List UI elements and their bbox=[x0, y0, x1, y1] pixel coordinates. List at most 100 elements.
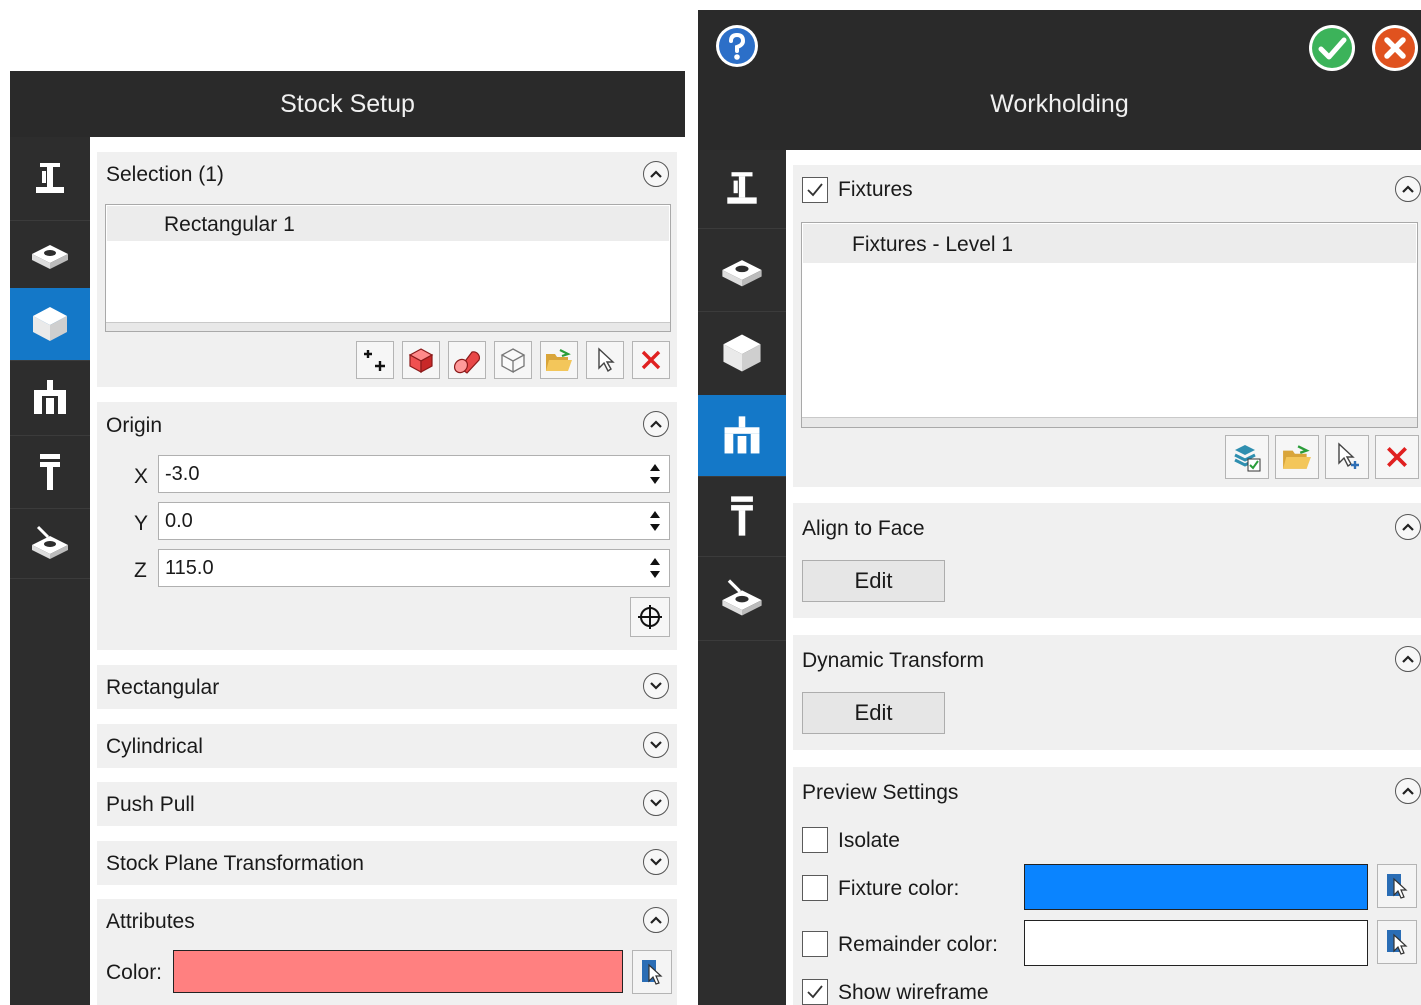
pick-origin-button[interactable] bbox=[630, 597, 670, 637]
rail-part-button[interactable] bbox=[698, 228, 786, 312]
open-folder-button[interactable] bbox=[540, 341, 578, 379]
rail-stock-button[interactable] bbox=[10, 288, 90, 361]
stock-color-swatch[interactable] bbox=[173, 950, 623, 993]
spinner-arrows-icon[interactable] bbox=[649, 461, 661, 487]
preview-settings-header: Preview Settings bbox=[802, 781, 959, 804]
pick-selection-button[interactable] bbox=[586, 341, 624, 379]
cylindrical-header: Cylindrical bbox=[106, 735, 203, 758]
help-icon bbox=[716, 25, 758, 67]
ok-button[interactable] bbox=[1307, 23, 1357, 73]
collapse-preview-settings-button[interactable] bbox=[1395, 778, 1421, 804]
list-item[interactable]: Rectangular 1 bbox=[107, 206, 669, 241]
align-to-face-header: Align to Face bbox=[802, 517, 925, 540]
origin-y-input[interactable]: 0.0 bbox=[158, 502, 670, 540]
origin-z-value: 115.0 bbox=[165, 557, 214, 579]
rectangular-section[interactable]: Rectangular bbox=[97, 665, 677, 709]
chevron-down-icon bbox=[650, 799, 662, 807]
collapse-dynamic-transform-button[interactable] bbox=[1395, 646, 1421, 672]
origin-x-input[interactable]: -3.0 bbox=[158, 455, 670, 493]
cylinder-stock-button[interactable] bbox=[448, 341, 486, 379]
fixture-color-swatch[interactable] bbox=[1024, 864, 1368, 910]
panel-title: Stock Setup bbox=[280, 89, 415, 118]
stock-cube-icon bbox=[33, 307, 67, 341]
origin-z-input[interactable]: 115.0 bbox=[158, 549, 670, 587]
collapse-origin-button[interactable] bbox=[643, 411, 669, 437]
spinner-arrows-icon[interactable] bbox=[649, 508, 661, 534]
color-label: Color: bbox=[106, 961, 163, 984]
attributes-header: Attributes bbox=[106, 910, 195, 933]
push-pull-section[interactable]: Push Pull bbox=[97, 782, 677, 826]
expand-cylindrical-button[interactable] bbox=[643, 732, 669, 758]
folder-icon bbox=[1283, 445, 1311, 469]
align-to-face-edit-button[interactable]: Edit bbox=[802, 560, 945, 602]
origin-x-value: -3.0 bbox=[165, 463, 200, 485]
rail-setup-button[interactable] bbox=[698, 150, 786, 229]
pick-fixture-button[interactable] bbox=[1325, 435, 1369, 479]
color-picker-icon bbox=[642, 960, 663, 985]
operation-icon bbox=[722, 579, 762, 616]
fixture-layers-button[interactable] bbox=[1225, 435, 1269, 479]
list-scroll-track[interactable] bbox=[802, 417, 1417, 427]
align-to-face-section: Align to Face Edit bbox=[793, 503, 1421, 618]
isolate-checkbox[interactable] bbox=[802, 827, 828, 853]
part-icon bbox=[32, 245, 68, 269]
rail-tool-button[interactable] bbox=[10, 435, 90, 509]
help-button[interactable] bbox=[714, 23, 760, 69]
rail-operation-button[interactable] bbox=[698, 556, 786, 641]
fixtures-list[interactable]: Fixtures - Level 1 bbox=[801, 222, 1418, 428]
part-icon bbox=[722, 259, 762, 286]
expand-rectangular-button[interactable] bbox=[643, 673, 669, 699]
machine-setup-icon bbox=[727, 172, 757, 204]
stock-plane-transformation-section[interactable]: Stock Plane Transformation bbox=[97, 841, 677, 885]
add-selection-icon bbox=[364, 350, 385, 371]
expand-stock-plane-transformation-button[interactable] bbox=[643, 849, 669, 875]
spinner-arrows-icon[interactable] bbox=[649, 555, 661, 581]
selection-section: Selection (1) Rectangular 1 bbox=[97, 152, 677, 387]
open-fixture-button[interactable] bbox=[1275, 435, 1319, 479]
rail-operation-button[interactable] bbox=[10, 508, 90, 579]
pick-remainder-color-button[interactable] bbox=[1377, 920, 1417, 964]
close-icon bbox=[1372, 25, 1418, 71]
list-item[interactable]: Fixtures - Level 1 bbox=[803, 224, 1416, 263]
show-wireframe-label: Show wireframe bbox=[838, 981, 989, 1004]
rail-workholding-button[interactable] bbox=[698, 395, 786, 477]
add-selection-button[interactable] bbox=[356, 341, 394, 379]
red-cube-icon bbox=[408, 348, 434, 374]
dynamic-transform-header: Dynamic Transform bbox=[802, 649, 985, 672]
collapse-align-to-face-button[interactable] bbox=[1395, 514, 1421, 540]
show-wireframe-checkbox[interactable] bbox=[802, 979, 828, 1005]
rail-part-button[interactable] bbox=[10, 220, 90, 289]
box-stock-button[interactable] bbox=[402, 341, 440, 379]
collapse-fixtures-button[interactable] bbox=[1395, 176, 1421, 202]
expand-push-pull-button[interactable] bbox=[643, 790, 669, 816]
cylindrical-section[interactable]: Cylindrical bbox=[97, 724, 677, 768]
outline-cube-icon bbox=[500, 348, 526, 374]
remainder-color-checkbox[interactable] bbox=[802, 931, 828, 957]
pick-stock-color-button[interactable] bbox=[632, 950, 672, 994]
attributes-section: Attributes Color: bbox=[97, 899, 677, 1005]
rail-tool-button[interactable] bbox=[698, 476, 786, 557]
cancel-button[interactable] bbox=[1370, 23, 1420, 73]
collapse-selection-button[interactable] bbox=[643, 161, 669, 187]
dynamic-transform-edit-button[interactable]: Edit bbox=[802, 692, 945, 734]
pick-fixture-color-button[interactable] bbox=[1377, 864, 1417, 908]
dynamic-transform-section: Dynamic Transform Edit bbox=[793, 635, 1421, 750]
fixtures-checkbox[interactable] bbox=[802, 177, 828, 203]
wireframe-cube-button[interactable] bbox=[494, 341, 532, 379]
chevron-down-icon bbox=[650, 682, 662, 690]
selection-header: Selection (1) bbox=[106, 163, 224, 186]
delete-selection-button[interactable] bbox=[632, 341, 670, 379]
fixtures-header: Fixtures bbox=[838, 178, 913, 201]
stock-setup-panel: Stock Setup Selection (1) Rectangular 1 … bbox=[10, 71, 685, 1005]
remainder-color-label: Remainder color: bbox=[838, 933, 998, 956]
rail-workholding-button[interactable] bbox=[10, 360, 90, 436]
remainder-color-swatch[interactable] bbox=[1024, 920, 1368, 966]
rail-setup-button[interactable] bbox=[10, 137, 90, 221]
list-scroll-track[interactable] bbox=[106, 322, 670, 331]
collapse-attributes-button[interactable] bbox=[643, 907, 669, 933]
delete-fixture-button[interactable] bbox=[1375, 435, 1419, 479]
fixture-color-checkbox[interactable] bbox=[802, 875, 828, 901]
rail-stock-button[interactable] bbox=[698, 311, 786, 396]
selection-list[interactable]: Rectangular 1 bbox=[105, 204, 671, 332]
checkmark-icon bbox=[807, 985, 823, 999]
